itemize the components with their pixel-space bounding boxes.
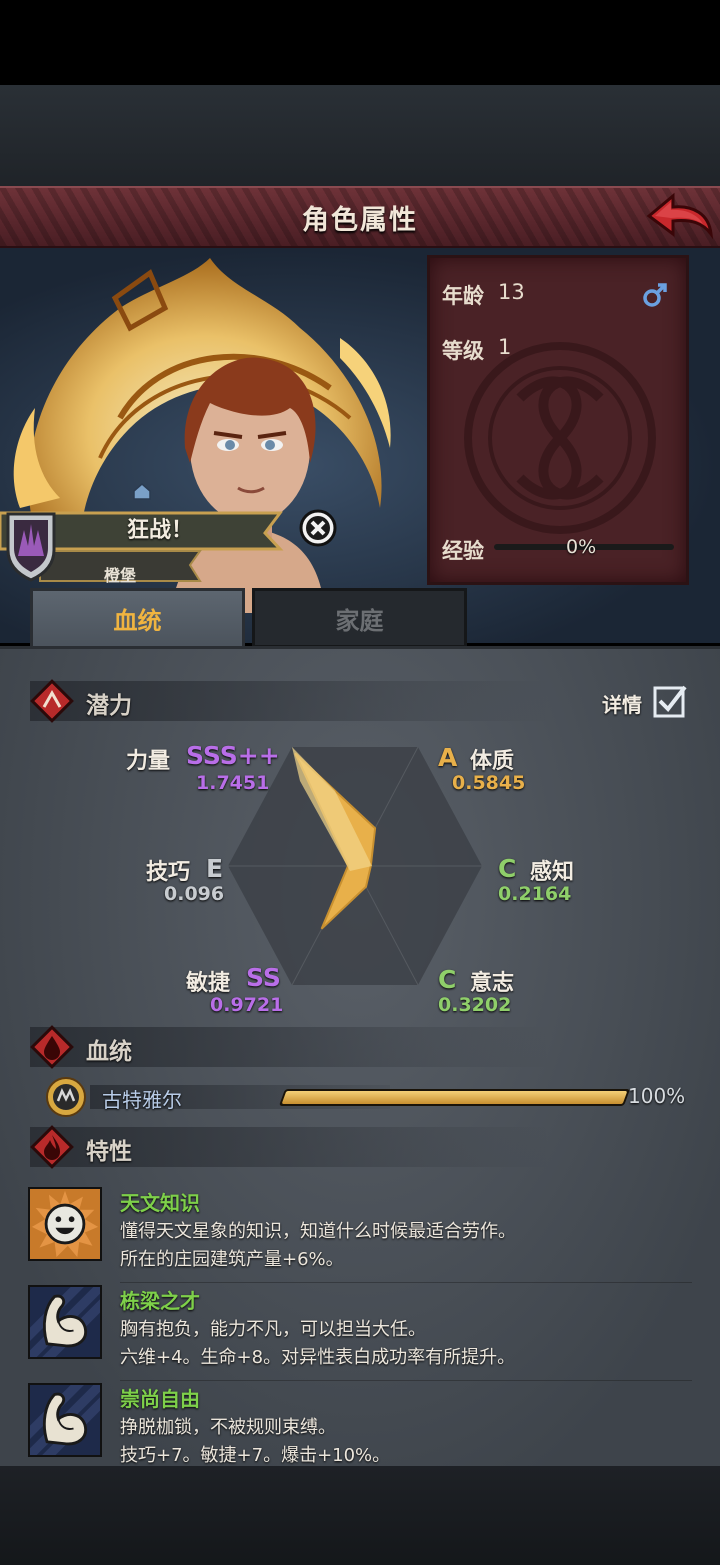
stat-name-agility: 敏捷 — [186, 971, 231, 996]
close-icon — [299, 509, 337, 547]
details-label: 详情 — [602, 693, 642, 717]
trait-effect: 技巧+7。敏捷+7。爆击+10%。 — [120, 1445, 391, 1466]
trait-description: 胸有抱负，能力不凡，可以担当大任。 — [120, 1319, 426, 1340]
stat-value-agility: 0.9721 — [210, 994, 284, 1016]
page-title: 角色属性 — [302, 205, 418, 236]
header-background — [0, 85, 720, 188]
bloodline-section-header: 血统 — [30, 1025, 550, 1069]
stat-grade-constitution: A — [438, 743, 458, 772]
house-small-icon — [133, 483, 151, 500]
trait-effect: 所在的庄园建筑产量+6%。 — [120, 1249, 344, 1270]
stat-value-strength: 1.7451 — [196, 772, 270, 794]
stat-grade-skill: E — [206, 854, 224, 883]
tab-bloodline[interactable]: 血统 — [30, 588, 245, 648]
bottom-bar — [0, 1466, 720, 1565]
stat-value-perception: 0.2164 — [498, 883, 572, 905]
flame-trait-icon — [30, 1125, 74, 1169]
traits-title: 特性 — [86, 1139, 132, 1165]
content-panel: 潜力 详情 力量 SSS++ 1.7451 A 体质 0.5845 C 感知 0… — [0, 646, 720, 1466]
close-title-button[interactable] — [298, 508, 338, 548]
bloodline-row: 古特雅尔 100% — [40, 1075, 690, 1119]
potential-section-header: 潜力 — [30, 679, 550, 723]
trait-item[interactable]: 天文知识 懂得天文星象的知识，知道什么时候最适合劳作。 所在的庄园建筑产量+6%… — [28, 1187, 692, 1283]
trait-effect: 六维+4。生命+8。对异性表白成功率有所提升。 — [120, 1347, 516, 1368]
potential-icon — [30, 679, 74, 723]
stat-grade-perception: C — [498, 854, 517, 883]
tab-family[interactable]: 家庭 — [252, 588, 467, 648]
smiley-sun-icon — [28, 1187, 102, 1261]
traits-section-header: 特性 — [30, 1125, 550, 1169]
trait-name: 天文知识 — [120, 1191, 200, 1215]
stat-name-strength: 力量 — [126, 749, 171, 774]
trait-name: 崇尚自由 — [120, 1387, 200, 1411]
back-button[interactable] — [645, 190, 715, 242]
stat-name-constitution: 体质 — [470, 749, 515, 774]
stat-value-will: 0.3202 — [438, 994, 512, 1016]
male-icon — [643, 283, 667, 307]
trait-name: 栋梁之才 — [120, 1289, 200, 1313]
details-checkbox[interactable] — [652, 683, 688, 719]
flexed-arm-icon — [28, 1383, 102, 1457]
exp-label: 经验 — [442, 539, 484, 563]
trait-description: 懂得天文星象的知识，知道什么时候最适合劳作。 — [120, 1221, 516, 1242]
bloodline-bar-fill — [281, 1091, 628, 1104]
flexed-arm-icon — [28, 1285, 102, 1359]
level-value: 1 — [498, 335, 512, 359]
stat-name-perception: 感知 — [530, 860, 575, 885]
stat-value-skill: 0.096 — [164, 883, 225, 905]
exp-percent: 0% — [566, 536, 597, 558]
trait-description: 挣脱枷锁，不被规则束缚。 — [120, 1417, 336, 1438]
bloodline-percent: 100% — [628, 1084, 686, 1108]
bloodline-emblem-icon — [46, 1077, 86, 1117]
age-value: 13 — [498, 280, 525, 304]
title-bar: 角色属性 — [0, 186, 720, 248]
family-name: 橙堡 — [103, 566, 136, 585]
checkbox-checked-icon — [653, 685, 687, 718]
character-attributes-screen: { "header": {"title": "角色属性"}, "characte… — [0, 0, 720, 1565]
celtic-knot-icon — [464, 342, 656, 534]
level-label: 等级 — [442, 339, 484, 363]
bloodline-bar — [278, 1089, 631, 1106]
family-crest-icon — [6, 512, 56, 582]
stat-grade-will: C — [438, 965, 457, 994]
potential-title: 潜力 — [86, 693, 132, 719]
tab-bar: 血统 家庭 — [0, 588, 720, 648]
back-arrow-icon — [646, 192, 714, 240]
status-bar-area — [0, 0, 720, 85]
trait-item[interactable]: 崇尚自由 挣脱枷锁，不被规则束缚。 技巧+7。敏捷+7。爆击+10%。 — [28, 1383, 692, 1479]
bloodline-title: 血统 — [86, 1039, 132, 1065]
age-label: 年龄 — [442, 284, 484, 308]
stat-name-skill: 技巧 — [146, 860, 191, 885]
character-title: 狂战！ — [126, 518, 193, 543]
stat-value-constitution: 0.5845 — [452, 772, 526, 794]
character-info-panel: 年龄 13 等级 1 经验 0% — [427, 255, 689, 585]
trait-item[interactable]: 栋梁之才 胸有抱负，能力不凡，可以担当大任。 六维+4。生命+8。对异性表白成功… — [28, 1285, 692, 1381]
stat-name-will: 意志 — [470, 971, 515, 996]
stat-grade-strength: SSS++ — [186, 741, 280, 770]
stat-grade-agility: SS — [246, 963, 281, 992]
blood-drop-icon — [30, 1025, 74, 1069]
bloodline-name: 古特雅尔 — [102, 1088, 182, 1112]
